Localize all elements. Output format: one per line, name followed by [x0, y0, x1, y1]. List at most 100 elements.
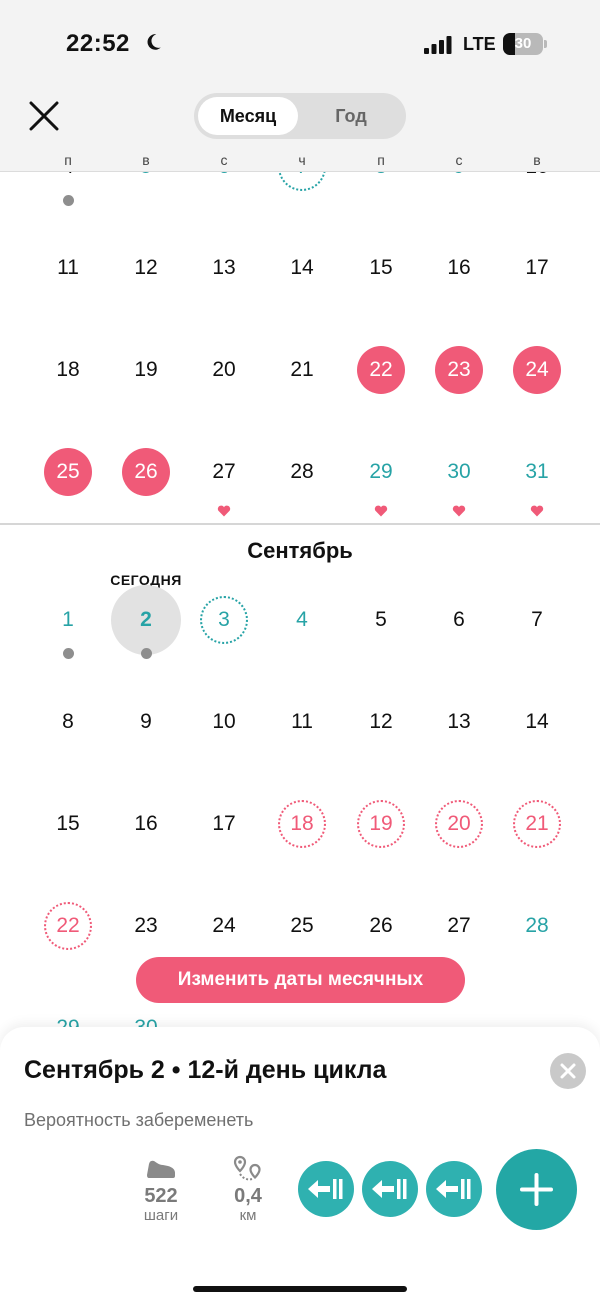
home-indicator — [193, 1286, 407, 1292]
day-cell[interactable]: 28 — [513, 902, 561, 950]
close-icon[interactable] — [26, 98, 62, 134]
edit-period-dates-button[interactable]: Изменить даты месячных — [136, 957, 465, 1003]
day-cell[interactable]: 18 — [278, 800, 326, 848]
add-button[interactable] — [496, 1149, 577, 1230]
day-cell[interactable]: 19 — [122, 346, 170, 394]
distance-unit: км — [239, 1207, 257, 1224]
arrow-to-bars-icon — [308, 1179, 343, 1199]
day-cell[interactable]: 4 — [44, 172, 92, 191]
arrow-to-bars-icon — [372, 1179, 407, 1199]
month-title: Сентябрь — [247, 538, 353, 563]
quick-action-3[interactable] — [426, 1161, 482, 1217]
day-cell[interactable]: 12 — [357, 698, 405, 746]
day-cell[interactable]: 20 — [200, 346, 248, 394]
day-cell[interactable]: 3 — [200, 596, 248, 644]
arrow-to-bars-icon — [436, 1179, 471, 1199]
day-cell[interactable]: 6 — [200, 172, 248, 191]
day-cell[interactable]: 11 — [44, 244, 92, 292]
day-cell[interactable]: 31 — [513, 448, 561, 496]
pregnancy-chance-label: Вероятность забеременеть — [24, 1110, 254, 1130]
moon-icon — [147, 34, 161, 50]
heart-icon — [452, 504, 466, 517]
day-cell[interactable]: 15 — [44, 800, 92, 848]
close-cross-glyph — [560, 1063, 576, 1079]
day-cell[interactable]: 21 — [278, 346, 326, 394]
weekday-label: п — [377, 152, 385, 168]
weekday-label: с — [220, 152, 228, 168]
day-cell[interactable]: 20 — [435, 800, 483, 848]
battery-percent: 30 — [514, 35, 532, 52]
close-circle-icon[interactable] — [550, 1053, 586, 1089]
route-icon — [233, 1155, 261, 1181]
day-cell[interactable]: 14 — [513, 698, 561, 746]
day-cell[interactable]: 18 — [44, 346, 92, 394]
tab-month[interactable]: Месяц — [198, 97, 298, 135]
day-cell[interactable]: 27 — [200, 448, 248, 496]
day-cell[interactable]: 17 — [513, 244, 561, 292]
day-cell[interactable]: 19 — [357, 800, 405, 848]
day-cell[interactable]: 16 — [435, 244, 483, 292]
note-dot — [141, 648, 152, 659]
day-cell[interactable]: 7 — [278, 172, 326, 191]
weekday-label: в — [142, 152, 150, 168]
day-cell[interactable]: 13 — [200, 244, 248, 292]
day-cell[interactable]: 22 — [357, 346, 405, 394]
day-cell[interactable]: 14 — [278, 244, 326, 292]
day-cell[interactable]: 8 — [44, 698, 92, 746]
day-cell[interactable]: 26 — [122, 448, 170, 496]
day-cell[interactable]: 30 — [435, 448, 483, 496]
day-cell[interactable]: 23 — [122, 902, 170, 950]
note-dot — [63, 648, 74, 659]
battery-nub — [544, 40, 547, 48]
day-cell[interactable]: 22 — [44, 902, 92, 950]
steps-metric[interactable]: 522 шаги — [131, 1155, 191, 1225]
distance-value: 0,4 — [234, 1185, 262, 1207]
day-cell[interactable]: 6 — [435, 596, 483, 644]
heart-icon — [217, 504, 231, 517]
day-cell[interactable]: 12 — [122, 244, 170, 292]
day-cell[interactable]: 7 — [513, 596, 561, 644]
day-cell[interactable]: 29 — [357, 448, 405, 496]
weekday-label: п — [64, 152, 72, 168]
today-day-cell[interactable]: 2 — [111, 585, 181, 655]
plus-icon — [520, 1173, 553, 1206]
day-cell[interactable]: 16 — [122, 800, 170, 848]
day-cell[interactable]: 25 — [44, 448, 92, 496]
day-cell[interactable]: 26 — [357, 902, 405, 950]
weekday-label: в — [533, 152, 541, 168]
weekday-header: пвсчпсв — [0, 150, 600, 172]
day-cell[interactable]: 28 — [278, 448, 326, 496]
day-cell[interactable]: 29 — [44, 1004, 92, 1027]
day-cell[interactable]: 15 — [357, 244, 405, 292]
calendar-scroll[interactable]: Сентябрь СЕГОДНЯ 45678910111213141516171… — [0, 172, 600, 1027]
day-cell[interactable]: 8 — [357, 172, 405, 191]
day-cell[interactable]: 24 — [200, 902, 248, 950]
day-cell[interactable]: 13 — [435, 698, 483, 746]
day-cell[interactable]: 5 — [122, 172, 170, 191]
steps-value: 522 — [144, 1185, 178, 1207]
day-cell[interactable]: 10 — [200, 698, 248, 746]
signal-bars-icon — [424, 36, 452, 54]
day-cell[interactable]: 9 — [122, 698, 170, 746]
month-divider — [0, 523, 600, 525]
day-cell[interactable]: 1 — [44, 596, 92, 644]
day-cell[interactable]: 17 — [200, 800, 248, 848]
tab-year[interactable]: Год — [300, 97, 402, 135]
day-cell[interactable]: 9 — [435, 172, 483, 191]
day-cell[interactable]: 23 — [435, 346, 483, 394]
day-cell[interactable]: 24 — [513, 346, 561, 394]
battery-indicator: 30 — [503, 33, 547, 55]
day-cell[interactable]: 5 — [357, 596, 405, 644]
quick-action-2[interactable] — [362, 1161, 418, 1217]
day-cell[interactable]: 10 — [513, 172, 561, 191]
day-details-sheet: Сентябрь 2 • 12-й день цикла Вероятность… — [0, 1027, 600, 1303]
quick-action-1[interactable] — [298, 1161, 354, 1217]
heart-icon — [374, 504, 388, 517]
day-cell[interactable]: 25 — [278, 902, 326, 950]
day-cell[interactable]: 21 — [513, 800, 561, 848]
day-cell[interactable]: 27 — [435, 902, 483, 950]
day-cell[interactable]: 4 — [278, 596, 326, 644]
day-cell[interactable]: 30 — [122, 1004, 170, 1027]
day-cell[interactable]: 11 — [278, 698, 326, 746]
distance-metric[interactable]: 0,4 км — [218, 1155, 278, 1225]
